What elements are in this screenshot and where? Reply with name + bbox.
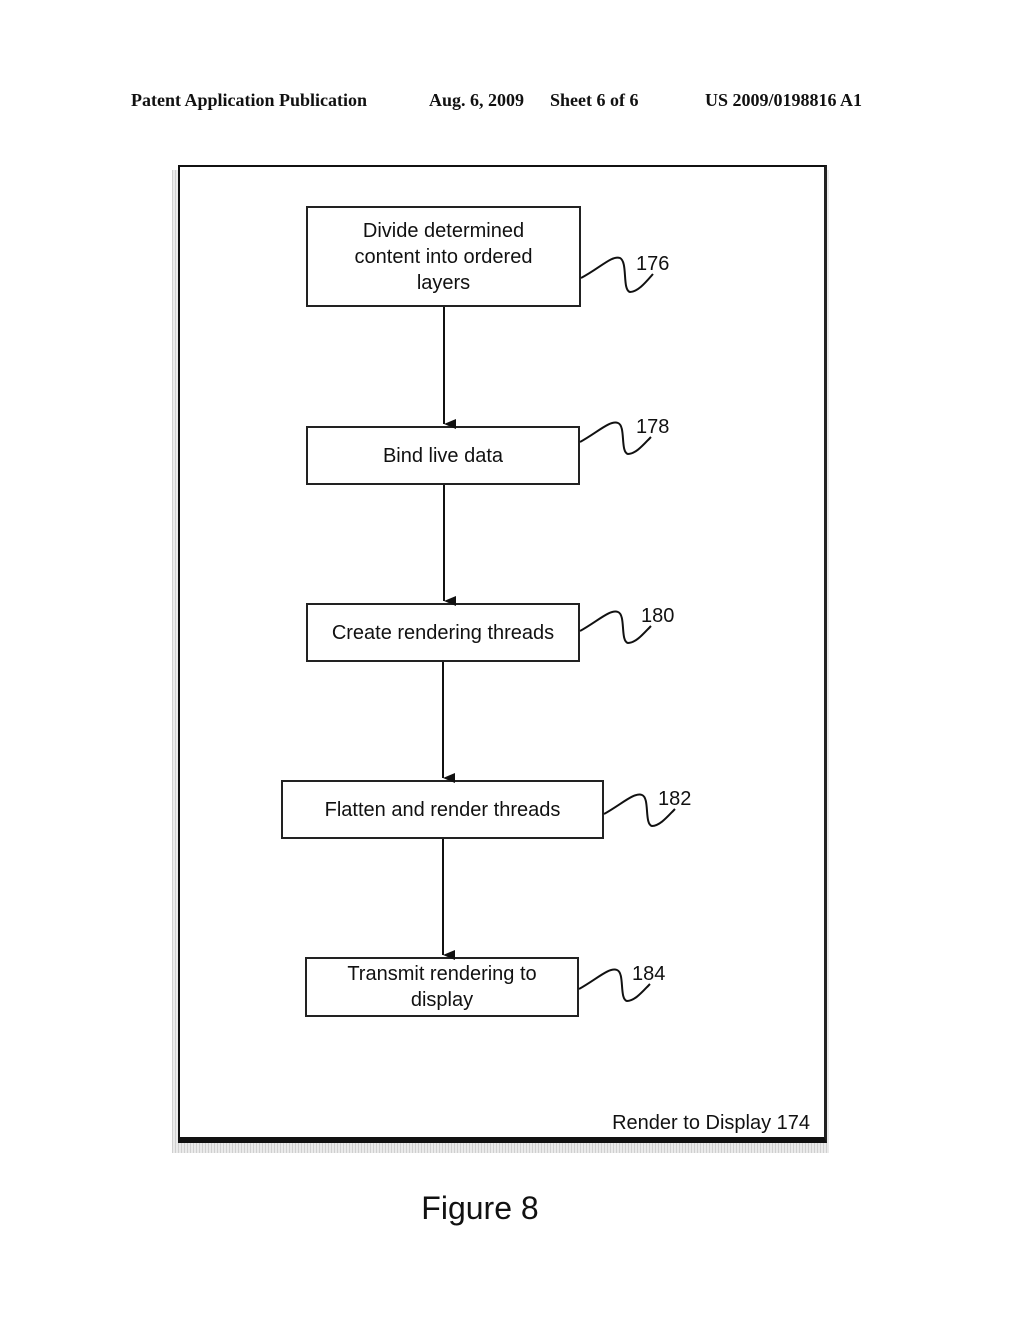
step-label: Transmit rendering to display — [347, 963, 537, 1011]
flow-step-create-threads: Create rendering threads — [306, 603, 580, 662]
frame-label: Render to Display 174 — [612, 1112, 810, 1134]
figure-caption: Figure 8 — [421, 1190, 539, 1226]
ref-numeral: 176 — [636, 253, 670, 275]
flow-step-divide-content: Divide determined content into ordered l… — [306, 206, 581, 307]
step-label: Flatten and render threads — [324, 798, 561, 821]
publication-date: Aug. 6, 2009 — [429, 90, 525, 110]
step-label: Create rendering threads — [331, 621, 555, 644]
flow-step-transmit: Transmit rendering to display — [305, 957, 579, 1017]
ref-numeral: 180 — [641, 605, 675, 627]
ref-numeral: 184 — [632, 963, 666, 985]
ref-numeral: 178 — [636, 416, 670, 438]
flow-step-flatten-render: Flatten and render threads — [281, 780, 604, 839]
step-label: Bind live data — [382, 444, 504, 467]
publication-label: Patent Application Publication — [131, 90, 368, 110]
flow-step-bind-live-data: Bind live data — [306, 426, 580, 485]
step-label: Divide determined content into ordered l… — [354, 219, 533, 294]
ref-numeral: 182 — [658, 788, 692, 810]
patent-number: US 2009/0198816 A1 — [705, 90, 863, 110]
sheet-number: Sheet 6 of 6 — [550, 90, 639, 110]
